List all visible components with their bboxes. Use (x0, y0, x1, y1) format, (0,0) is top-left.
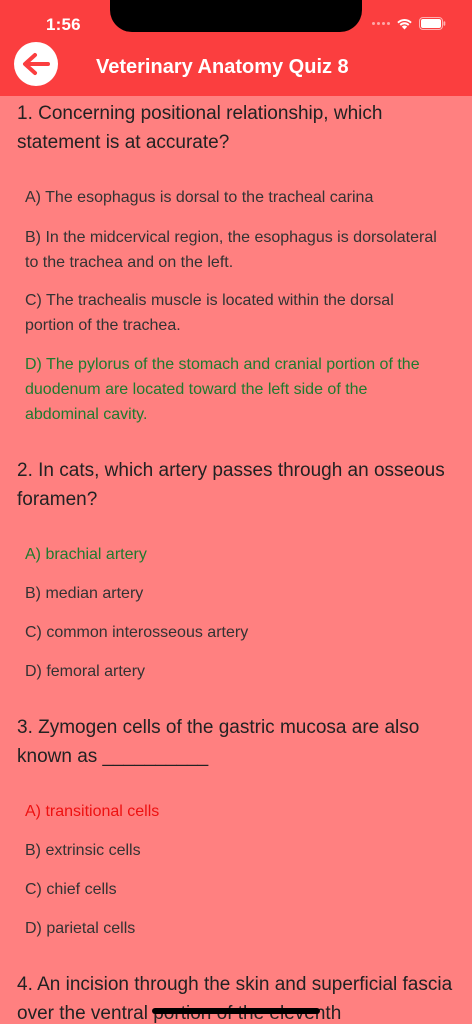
cellular-signal-icon (372, 22, 390, 25)
question-text: 2. In cats, which artery passes through … (17, 460, 445, 510)
answer-option-correct[interactable]: D) The pylorus of the stomach and crania… (25, 352, 437, 427)
answer-option[interactable]: D) femoral artery (25, 659, 437, 684)
question-text: 4. An incision through the skin and supe… (17, 974, 453, 1024)
answer-option[interactable]: B) median artery (25, 581, 437, 606)
answer-option[interactable]: C) common interosseous artery (25, 620, 437, 645)
wifi-icon (396, 17, 413, 30)
battery-icon (419, 17, 446, 30)
device-notch (110, 0, 362, 32)
home-indicator[interactable] (152, 1008, 320, 1014)
page-title: Veterinary Anatomy Quiz 8 (96, 56, 349, 78)
status-icons (372, 17, 446, 30)
back-button[interactable] (14, 42, 58, 86)
answer-option[interactable]: C) The trachealis muscle is located with… (25, 288, 437, 338)
answer-option[interactable]: B) In the midcervical region, the esopha… (25, 225, 437, 275)
status-time: 1:56 (46, 15, 81, 34)
quiz-screen: 1:56 Veterinary Anatomy Quiz 8 1. Concer… (0, 0, 472, 1024)
header-bar: 1:56 Veterinary Anatomy Quiz 8 (0, 0, 472, 96)
answer-option[interactable]: C) chief cells (25, 877, 437, 902)
answer-option[interactable]: D) parietal cells (25, 916, 437, 941)
answer-option[interactable]: B) extrinsic cells (25, 838, 437, 863)
arrow-left-icon (23, 53, 50, 75)
question-text: 3. Zymogen cells of the gastric mucosa a… (17, 717, 420, 767)
question-text: 1. Concerning positional relationship, w… (17, 103, 383, 153)
answer-option-wrong[interactable]: A) transitional cells (25, 799, 437, 824)
answer-option[interactable]: A) The esophagus is dorsal to the trache… (25, 185, 437, 210)
answer-option-correct[interactable]: A) brachial artery (25, 542, 437, 567)
